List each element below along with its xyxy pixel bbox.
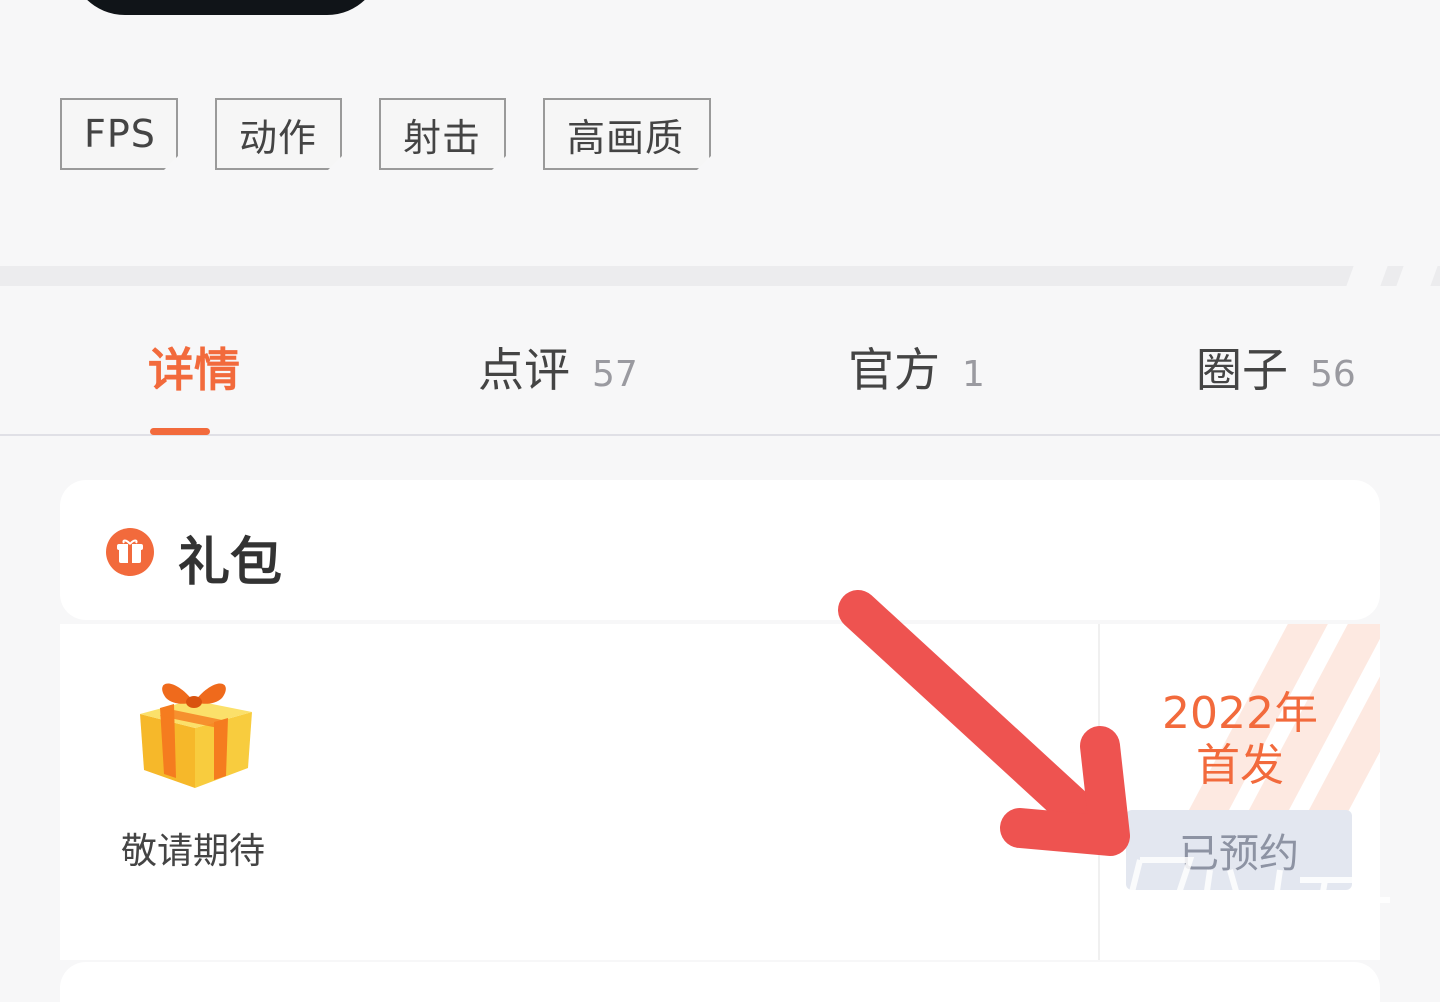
tab-official-label: 官方 xyxy=(848,343,940,397)
tab-reviews-count: 57 xyxy=(592,354,638,395)
next-card-peek xyxy=(60,962,1380,1002)
tab-reviews-label: 点评 xyxy=(478,343,570,397)
section-divider xyxy=(0,266,1440,286)
tag-high-quality[interactable]: 高画质 xyxy=(543,98,711,170)
tag-action[interactable]: 动作 xyxy=(215,98,342,170)
gift-section-header: 礼包 xyxy=(60,480,1380,620)
vertical-divider xyxy=(1098,624,1100,960)
tab-community-count: 56 xyxy=(1310,354,1356,395)
tab-official[interactable]: 官方 1 xyxy=(848,334,985,400)
release-info: 2022年 首发 xyxy=(1120,688,1360,792)
game-cover-image[interactable] xyxy=(70,0,382,15)
release-status: 首发 xyxy=(1196,740,1284,791)
gift-item[interactable]: 敬请期待 xyxy=(120,672,270,874)
tag-shooter[interactable]: 射击 xyxy=(379,98,506,170)
game-tags: FPS 动作 射击 高画质 xyxy=(60,98,760,170)
gift-section-title: 礼包 xyxy=(178,533,283,593)
gift-item-label: 敬请期待 xyxy=(120,831,265,872)
active-tab-indicator xyxy=(150,428,210,435)
tab-official-count: 1 xyxy=(962,354,985,395)
tab-bar: 详情 点评 57 官方 1 圈子 56 xyxy=(0,286,1440,436)
tab-community[interactable]: 圈子 56 xyxy=(1196,334,1356,400)
tab-details-label: 详情 xyxy=(148,343,240,397)
gift-icon xyxy=(106,528,154,576)
watermark-logo-icon xyxy=(1126,857,1390,952)
tab-details[interactable]: 详情 xyxy=(148,334,240,400)
release-year: 2022年 xyxy=(1162,688,1318,739)
tag-fps[interactable]: FPS xyxy=(60,98,178,170)
tab-reviews[interactable]: 点评 57 xyxy=(478,334,638,400)
gift-box-icon xyxy=(140,683,252,788)
tab-community-label: 圈子 xyxy=(1196,343,1288,397)
